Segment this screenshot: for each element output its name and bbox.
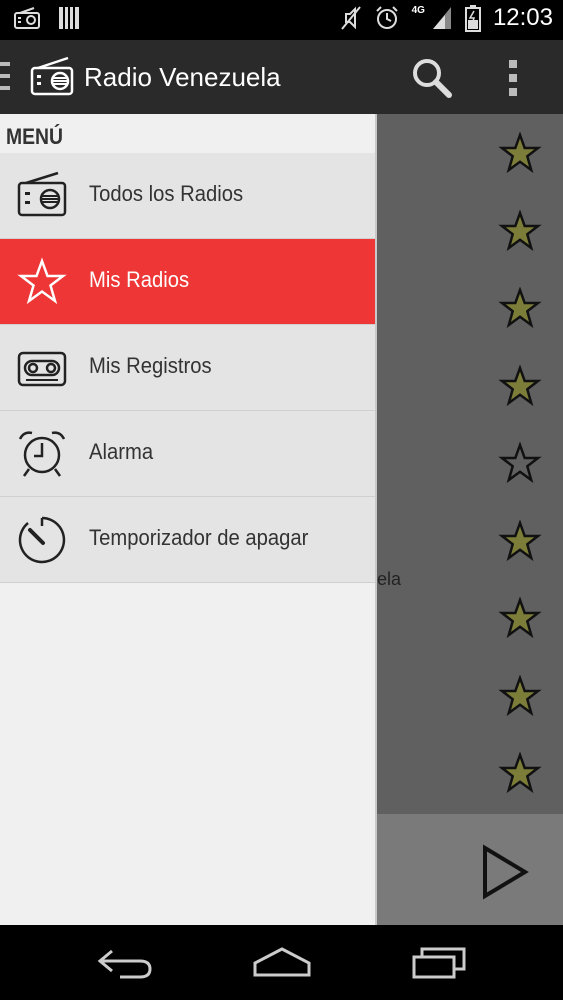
alarm-icon <box>375 6 398 29</box>
alarm-clock-icon <box>18 431 66 477</box>
radio-icon <box>17 171 67 217</box>
radio-logo-icon[interactable] <box>30 56 74 96</box>
menu-item-alarma[interactable]: Alarma <box>0 411 375 497</box>
cassette-icon <box>17 351 67 387</box>
favorite-star-filled[interactable] <box>498 208 542 254</box>
favorite-star-filled[interactable] <box>498 518 542 564</box>
star-icon <box>17 257 67 305</box>
menu-header: MENÚ <box>6 124 64 149</box>
system-navigation-bar <box>0 925 563 1000</box>
status-bar: 4G 12:03 <box>0 0 563 40</box>
menu-item-mis-radios[interactable]: Mis Radios <box>0 239 375 325</box>
menu-item-temporizador[interactable]: Temporizador de apagar <box>0 497 375 583</box>
star-icon <box>498 596 542 639</box>
barcode-notification-icon <box>59 7 79 29</box>
star-icon <box>498 673 542 716</box>
favorite-star-filled[interactable] <box>498 286 542 331</box>
star-icon <box>498 208 542 251</box>
favorite-star-filled[interactable] <box>498 363 542 409</box>
player-bar <box>377 814 563 925</box>
signal-icon <box>432 7 451 29</box>
play-icon[interactable] <box>481 844 529 900</box>
timer-icon <box>18 516 66 564</box>
menu-item-label: Temporizador de apagar <box>89 525 309 550</box>
network-type-label: 4G <box>411 4 425 16</box>
mute-icon <box>340 6 361 30</box>
battery-icon <box>464 5 481 32</box>
radio-notification-icon <box>14 7 40 29</box>
star-icon <box>498 131 542 174</box>
navigation-drawer: MENÚ Todos los Radios Mis Radios Mis Reg… <box>0 114 377 925</box>
home-icon[interactable] <box>252 943 312 983</box>
menu-item-todos-los-radios[interactable]: Todos los Radios <box>0 153 375 239</box>
app-title: Radio Venezuela <box>84 62 281 92</box>
favorite-star-filled[interactable] <box>498 596 542 641</box>
station-name-partial: ela <box>377 569 402 589</box>
menu-item-label: Alarma <box>89 439 154 464</box>
status-clock: 12:03 <box>492 4 553 31</box>
search-icon[interactable] <box>410 56 454 100</box>
favorite-star-filled[interactable] <box>498 751 542 796</box>
favorite-star-filled[interactable] <box>498 131 542 176</box>
star-icon <box>498 286 542 329</box>
favorite-star-filled[interactable] <box>498 673 542 719</box>
favorite-star-empty[interactable] <box>498 441 542 486</box>
back-icon[interactable] <box>96 943 154 983</box>
menu-item-label: Mis Registros <box>89 353 212 378</box>
menu-item-mis-registros[interactable]: Mis Registros <box>0 325 375 411</box>
hamburger-icon[interactable] <box>0 60 12 94</box>
star-icon <box>498 751 542 794</box>
menu-item-label: Mis Radios <box>89 267 190 292</box>
menu-item-label: Todos los Radios <box>89 181 244 206</box>
star-icon <box>498 441 542 484</box>
star-icon <box>498 363 542 406</box>
recents-icon[interactable] <box>410 943 468 983</box>
star-icon <box>498 518 542 561</box>
action-bar: Radio Venezuela <box>0 40 563 114</box>
overflow-menu-icon[interactable] <box>506 58 520 98</box>
